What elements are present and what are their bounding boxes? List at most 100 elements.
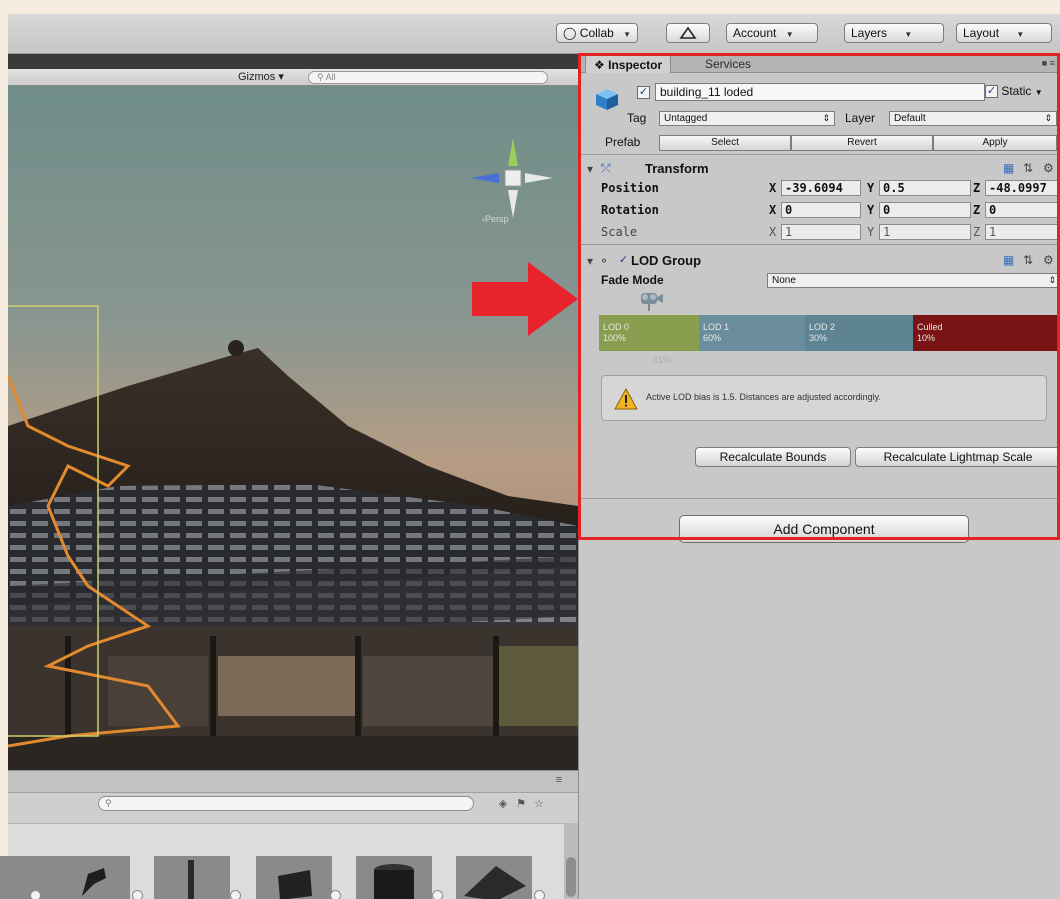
project-tab-bar (8, 771, 578, 793)
layer-dropdown[interactable]: Default ⇕ (889, 111, 1057, 126)
rotation-y-field[interactable]: 0 (879, 202, 971, 218)
prefab-label: Prefab (605, 135, 641, 149)
account-button[interactable]: Account ▼ (726, 23, 818, 43)
position-z-field[interactable]: -48.0997 (985, 180, 1060, 196)
perspective-label[interactable]: ‹Persp (482, 214, 509, 224)
position-y-field[interactable]: 0.5 (879, 180, 971, 196)
filter-by-label-icon[interactable]: ⚑ (514, 797, 528, 811)
asset-thumbnail[interactable] (54, 856, 130, 899)
static-checkbox[interactable]: ✓ (985, 85, 998, 99)
axis-z-label: Z (973, 181, 981, 195)
collab-button[interactable]: ◯ Collab ▼ (556, 23, 639, 43)
prefab-revert-button[interactable]: Revert (791, 135, 933, 151)
asset-thumbnail[interactable] (154, 856, 230, 899)
rotation-z-field[interactable]: 0 (985, 202, 1060, 218)
lod-level-culled[interactable]: Culled 10% (913, 315, 1060, 351)
add-component-button[interactable]: Add Component (679, 515, 969, 543)
asset-thumbnail[interactable] (456, 856, 532, 899)
recalculate-lightmap-scale-button[interactable]: Recalculate Lightmap Scale (855, 447, 1060, 467)
favorite-star-icon[interactable]: ☆ (532, 797, 546, 811)
gear-icon[interactable]: ⚙ (1043, 161, 1054, 175)
lod-cursor-percent: 81% (653, 355, 672, 365)
fade-mode-dropdown[interactable]: None ⇕ (767, 273, 1060, 288)
asset-expand-icon[interactable] (432, 890, 443, 899)
scene-view[interactable]: Gizmos ▾ ⚲ All ‹Persp (8, 54, 578, 770)
rotation-x-field[interactable]: 0 (781, 202, 861, 218)
cloud-button[interactable] (666, 23, 710, 43)
axis-x-label: X (769, 225, 777, 239)
panel-menu-icon[interactable]: ≡ (552, 773, 566, 787)
object-name-field[interactable]: building_11 loded (655, 83, 985, 101)
foldout-arrow-icon[interactable]: ▾ (587, 162, 593, 176)
preset-settings-icon[interactable]: ⇅ (1023, 253, 1033, 267)
lod-bias-warning: Active LOD bias is 1.5. Distances are ad… (601, 375, 1047, 421)
warning-message: Active LOD bias is 1.5. Distances are ad… (646, 392, 881, 402)
prefab-select-button[interactable]: Select (659, 135, 791, 151)
layers-button[interactable]: Layers ▼ (844, 23, 944, 43)
layer-label: Layer (845, 111, 876, 125)
scale-x-field[interactable]: 1 (781, 224, 861, 240)
prefab-apply-button[interactable]: Apply (933, 135, 1057, 151)
axis-x-label: X (769, 181, 777, 195)
static-toggle[interactable]: ✓ Static ▼ (985, 84, 1043, 99)
axis-x-label: X (769, 203, 777, 217)
chevron-updown-icon: ⇕ (1044, 113, 1052, 123)
lod-level-0[interactable]: LOD 0 100% (599, 315, 699, 351)
lod-levels-bar[interactable]: LOD 0 100% LOD 1 60% LOD 2 30% Culled 10… (599, 315, 1060, 351)
filter-by-type-icon[interactable]: ◈ (496, 797, 510, 811)
asset-expand-icon[interactable] (330, 890, 341, 899)
chevron-down-icon: ▼ (1016, 30, 1025, 39)
axis-y-label: Y (867, 225, 875, 239)
recalculate-bounds-button[interactable]: Recalculate Bounds (695, 447, 851, 467)
project-scrollbar[interactable] (564, 823, 578, 899)
lock-icon[interactable]: ■ ≡ (1042, 58, 1055, 68)
scale-z-field[interactable]: 1 (985, 224, 1060, 240)
asset-grid (0, 823, 564, 899)
foldout-arrow-icon[interactable]: ▾ (587, 254, 593, 268)
tab-services[interactable]: Services (697, 55, 759, 73)
asset-thumbnail[interactable] (356, 856, 432, 899)
tab-inspector-label: Inspector (608, 58, 663, 72)
book-help-icon[interactable]: ▦ (1003, 161, 1014, 175)
book-help-icon[interactable]: ▦ (1003, 253, 1014, 267)
scale-y-field[interactable]: 1 (879, 224, 971, 240)
gizmos-dropdown[interactable]: Gizmos ▾ (238, 70, 284, 83)
lod-level-1[interactable]: LOD 1 60% (699, 315, 805, 351)
asset-thumbnail[interactable] (0, 856, 54, 899)
lod-level-name: Culled (917, 322, 943, 332)
collab-label: Collab (579, 26, 614, 40)
chevron-down-icon: ▼ (785, 30, 794, 39)
gizmos-label: Gizmos (238, 71, 276, 83)
active-checkbox[interactable]: ✓ (637, 86, 650, 99)
asset-expand-icon[interactable] (30, 890, 41, 899)
layout-button[interactable]: Layout ▼ (956, 23, 1052, 43)
chevron-updown-icon: ⇕ (822, 113, 830, 123)
tab-inspector[interactable]: ❖ Inspector (585, 55, 672, 73)
asset-expand-icon[interactable] (230, 890, 241, 899)
lod-group-enabled-checkbox[interactable]: ✓ (617, 255, 630, 268)
tag-dropdown[interactable]: Untagged ⇕ (659, 111, 835, 126)
lod-level-name: LOD 2 (809, 322, 836, 332)
asset-expand-icon[interactable] (534, 890, 545, 899)
asset-thumbnail[interactable] (256, 856, 332, 899)
gear-icon[interactable]: ⚙ (1043, 253, 1054, 267)
position-x-field[interactable]: -39.6094 (781, 180, 861, 196)
lod-level-2[interactable]: LOD 2 30% (805, 315, 913, 351)
lod-group-title: LOD Group (631, 253, 702, 268)
preset-settings-icon[interactable]: ⇅ (1023, 161, 1033, 175)
lod-level-percent: 60% (703, 333, 722, 343)
roof-mesh-icon (464, 866, 526, 899)
inspector-panel: ❖ Inspector Services ■ ≡ ✓ building_11 l… (578, 54, 1060, 899)
project-search-input[interactable]: ⚲ (98, 796, 474, 811)
search-icon: ⚲ (105, 798, 112, 808)
red-pointer-arrow-icon (472, 262, 578, 336)
axis-z-label: Z (973, 225, 981, 239)
tab-services-label: Services (705, 57, 752, 71)
layer-value: Default (894, 113, 926, 124)
asset-expand-icon[interactable] (132, 890, 143, 899)
scrollbar-thumb[interactable] (566, 857, 576, 897)
axis-z-label: Z (973, 203, 981, 217)
layout-label: Layout (963, 26, 1000, 40)
scene-search-input[interactable]: ⚲ All (308, 71, 548, 84)
camera-icon[interactable] (635, 289, 665, 311)
